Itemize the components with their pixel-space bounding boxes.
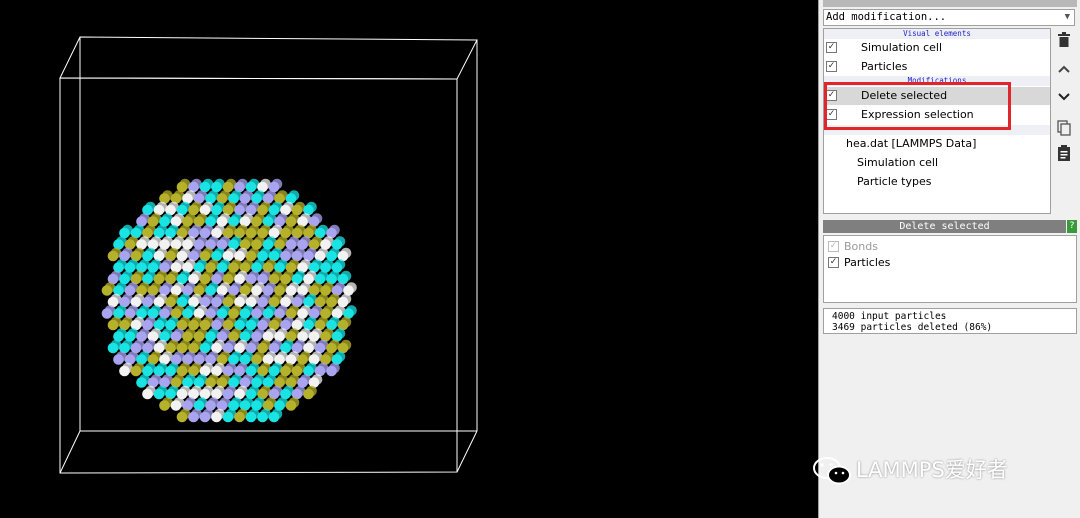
highlight-annotation xyxy=(824,82,1011,130)
status-line-input: 4000 input particles xyxy=(832,311,947,322)
viewport-3d[interactable] xyxy=(0,0,818,518)
particle xyxy=(107,250,119,262)
particle xyxy=(257,411,268,423)
status-box: 4000 input particles 3469 particles dele… xyxy=(823,308,1077,334)
checkbox-simulation-cell[interactable]: ✓ xyxy=(826,42,837,53)
command-panel: Add modification... ▼ Visual elements ✓ … xyxy=(818,0,1080,518)
particle xyxy=(176,411,188,423)
option-label: Particles xyxy=(844,256,891,269)
wechat-icon xyxy=(813,457,851,485)
add-modification-dropdown[interactable]: Add modification... ▼ xyxy=(823,9,1075,26)
pipeline-item-particles[interactable]: ✓ Particles xyxy=(824,58,1050,76)
move-down-icon[interactable] xyxy=(1056,89,1072,105)
section-header-visual-elements: Visual elements xyxy=(824,29,1050,39)
particle xyxy=(119,365,130,377)
pipeline-item-data-source[interactable]: hea.dat [LAMMPS Data] xyxy=(824,135,1050,153)
particle xyxy=(303,388,314,400)
particle xyxy=(222,411,234,423)
particle xyxy=(101,308,113,319)
particle xyxy=(268,411,280,423)
particle xyxy=(188,411,199,423)
pipeline-item-simulation-cell[interactable]: ✓ Simulation cell xyxy=(824,39,1050,57)
particle xyxy=(142,388,153,400)
delete-selected-options: ✓ Bonds ✓ Particles xyxy=(823,235,1077,303)
properties-header: Delete selected xyxy=(823,220,1066,233)
particle xyxy=(199,411,211,423)
data-child-label: Simulation cell xyxy=(857,156,939,169)
particle xyxy=(170,400,182,411)
copy-icon[interactable] xyxy=(1056,120,1072,136)
particle-cluster xyxy=(101,178,357,423)
particle xyxy=(211,411,222,423)
particle xyxy=(153,388,165,400)
particle xyxy=(113,354,124,365)
particle xyxy=(107,342,119,354)
clipboard-icon[interactable] xyxy=(1056,145,1072,161)
particle xyxy=(136,377,147,388)
particle xyxy=(326,365,337,377)
help-icon[interactable]: ? xyxy=(1067,220,1077,233)
pipeline-item-particle-types[interactable]: Particle types xyxy=(824,173,1050,191)
pipeline-item-source-simulation-cell[interactable]: Simulation cell xyxy=(824,154,1050,172)
pipeline-item-label: Particles xyxy=(861,60,908,73)
particle xyxy=(107,319,119,331)
delete-icon[interactable] xyxy=(1056,32,1072,48)
particle xyxy=(285,400,297,411)
particle xyxy=(245,411,257,423)
add-modification-label: Add modification... xyxy=(826,11,947,23)
data-source-label: hea.dat [LAMMPS Data] xyxy=(846,137,977,150)
move-up-icon[interactable] xyxy=(1056,63,1072,79)
panel-top-bar xyxy=(823,0,1077,7)
option-label: Bonds xyxy=(844,240,878,253)
particle xyxy=(159,400,170,411)
status-line-deleted: 3469 particles deleted (86%) xyxy=(832,322,993,333)
checkbox-particles-option[interactable]: ✓ xyxy=(828,257,839,268)
data-child-label: Particle types xyxy=(857,175,932,188)
chevron-down-icon: ▼ xyxy=(1064,12,1070,22)
watermark-text: LAMMPS爱好者 xyxy=(856,458,1008,482)
checkbox-bonds: ✓ xyxy=(828,241,839,252)
particle xyxy=(234,411,245,423)
checkbox-particles[interactable]: ✓ xyxy=(826,61,837,72)
pipeline-item-label: Simulation cell xyxy=(861,41,943,54)
simulation-view xyxy=(59,36,478,474)
particle xyxy=(130,365,142,377)
particle xyxy=(101,285,113,296)
watermark: LAMMPS爱好者 xyxy=(812,452,1072,488)
